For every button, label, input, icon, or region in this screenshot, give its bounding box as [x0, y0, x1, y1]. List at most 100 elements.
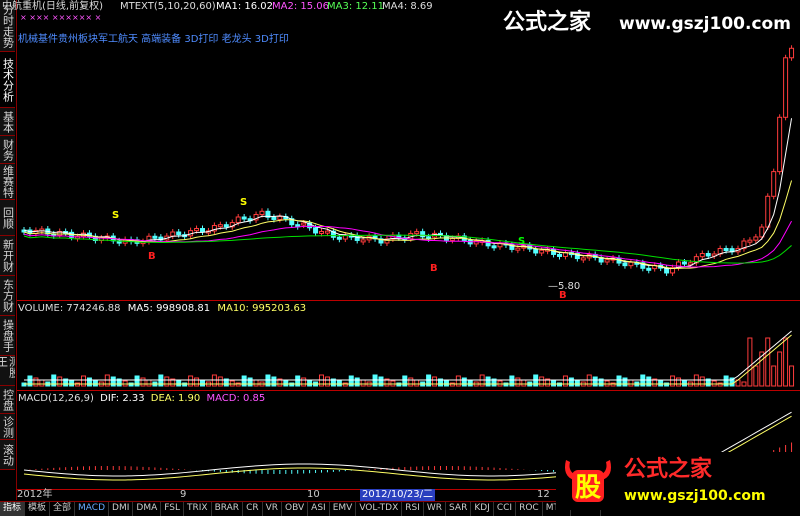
- candle-body: [753, 236, 759, 241]
- stock-chart[interactable]: SSSBBB: [0, 0, 800, 500]
- axis-year: 2012年: [17, 489, 53, 500]
- candle-body: [277, 216, 283, 220]
- indicator-tab-macd[interactable]: MACD: [75, 502, 110, 516]
- indicator-tab-rsi[interactable]: RSI: [402, 502, 424, 516]
- bull-logo-char: 股: [575, 473, 601, 503]
- signal-s-marker: S: [112, 210, 119, 221]
- indicator-tab-指标[interactable]: 指标: [0, 502, 26, 516]
- signal-s-marker: S: [518, 236, 525, 247]
- indicator-tab-dmi[interactable]: DMI: [109, 502, 134, 516]
- candle-body: [200, 228, 205, 233]
- candle-body: [747, 239, 753, 243]
- volume-bar: [574, 379, 580, 387]
- candle-body: [765, 195, 771, 228]
- indicator-tab-obv[interactable]: OBV: [282, 502, 309, 516]
- indicator-tab-dma[interactable]: DMA: [133, 502, 162, 516]
- volume-bar: [247, 377, 253, 387]
- indicator-tab-vr[interactable]: VR: [263, 502, 283, 516]
- indicator-tab-全部[interactable]: 全部: [50, 502, 76, 516]
- volume-bar: [521, 379, 527, 387]
- volume-bar: [57, 376, 63, 387]
- watermark-bottom-url: www.gszj100.com: [624, 488, 766, 504]
- watermark-top: 公式之家 www.gszj100.com: [497, 4, 797, 44]
- candle-body: [723, 248, 729, 252]
- volume-bar: [217, 376, 223, 387]
- candle-body: [699, 253, 705, 258]
- candle-body: [295, 224, 301, 228]
- volume-bar: [783, 337, 789, 387]
- volume-bar: [324, 376, 330, 387]
- indicator-tab-模板[interactable]: 模板: [25, 502, 51, 516]
- indicator-tab-trix[interactable]: TRIX: [184, 502, 212, 516]
- indicator-tab-kdj[interactable]: KDJ: [471, 502, 494, 516]
- ma10-line: [23, 180, 793, 269]
- volume-bar: [771, 365, 777, 387]
- candle-body: [539, 249, 545, 254]
- ma5-line: [23, 118, 793, 270]
- volume-bar: [432, 376, 438, 387]
- candle-body: [646, 267, 652, 271]
- candle-body: [170, 231, 176, 237]
- volume-bar: [681, 379, 687, 387]
- candle-body: [223, 224, 229, 228]
- volume-bar: [253, 379, 259, 387]
- indicator-tab-vol-tdx[interactable]: VOL-TDX: [356, 502, 403, 516]
- candle-body: [241, 216, 247, 220]
- axis-month-12: 12: [537, 489, 550, 500]
- volume-bar: [765, 337, 771, 387]
- volume-bar: [485, 376, 491, 387]
- volume-bar: [194, 377, 200, 387]
- volume-bar: [539, 376, 545, 387]
- volume-bar: [408, 377, 414, 387]
- candle-body: [705, 253, 711, 257]
- indicator-tab-sar[interactable]: SAR: [446, 502, 472, 516]
- volume-bar: [110, 376, 116, 387]
- candle-body: [557, 253, 562, 257]
- candle-body: [473, 240, 479, 245]
- signal-b-marker: B: [430, 263, 438, 274]
- volume-bar: [467, 379, 473, 387]
- volume-bar: [92, 379, 98, 387]
- volume-bar: [646, 376, 652, 387]
- cursor-date: 2012/10/23/二: [360, 489, 436, 501]
- volume-bar: [414, 379, 420, 387]
- volume-bar: [307, 379, 313, 387]
- candle-body: [771, 171, 777, 197]
- candle-body: [783, 57, 789, 118]
- volume-ma5-line: [24, 330, 792, 381]
- candle-body: [515, 247, 521, 251]
- indicator-tab-brar[interactable]: BRAR: [212, 502, 244, 516]
- candle-body: [235, 216, 241, 224]
- candle-body: [336, 236, 342, 240]
- indicator-tab-emv[interactable]: EMV: [330, 502, 357, 516]
- volume-bar: [515, 377, 521, 387]
- volume-bar: [301, 377, 307, 387]
- volume-bar: [271, 376, 277, 387]
- volume-bar: [699, 376, 705, 387]
- signal-s-marker: S: [240, 197, 247, 208]
- indicator-tab-fsl[interactable]: FSL: [161, 502, 184, 516]
- watermark-bottom-title: 公式之家: [624, 457, 713, 482]
- candle-body: [789, 47, 795, 59]
- indicator-tab-cr[interactable]: CR: [243, 502, 263, 516]
- indicator-tab-roc[interactable]: ROC: [516, 502, 543, 516]
- indicator-tab-wr[interactable]: WR: [424, 502, 447, 516]
- watermark-top-url: www.gszj100.com: [619, 14, 791, 34]
- watermark-top-title: 公式之家: [503, 10, 592, 35]
- volume-bar: [741, 381, 747, 387]
- candle-body: [580, 257, 586, 261]
- volume-bar: [86, 377, 92, 387]
- candle-body: [313, 227, 319, 234]
- candle-body: [176, 231, 182, 236]
- candle-body: [217, 224, 223, 228]
- watermark-bottom: 股 公式之家 www.gszj100.com: [556, 452, 800, 510]
- indicator-tab-cci[interactable]: CCI: [494, 502, 517, 516]
- volume-bar: [676, 377, 681, 387]
- volume-bar: [200, 379, 205, 387]
- volume-bar: [164, 376, 170, 387]
- volume-bar: [747, 337, 753, 387]
- volume-bar: [622, 377, 628, 387]
- candle-body: [194, 228, 200, 232]
- volume-bar: [146, 379, 152, 387]
- indicator-tab-asi[interactable]: ASI: [308, 502, 330, 516]
